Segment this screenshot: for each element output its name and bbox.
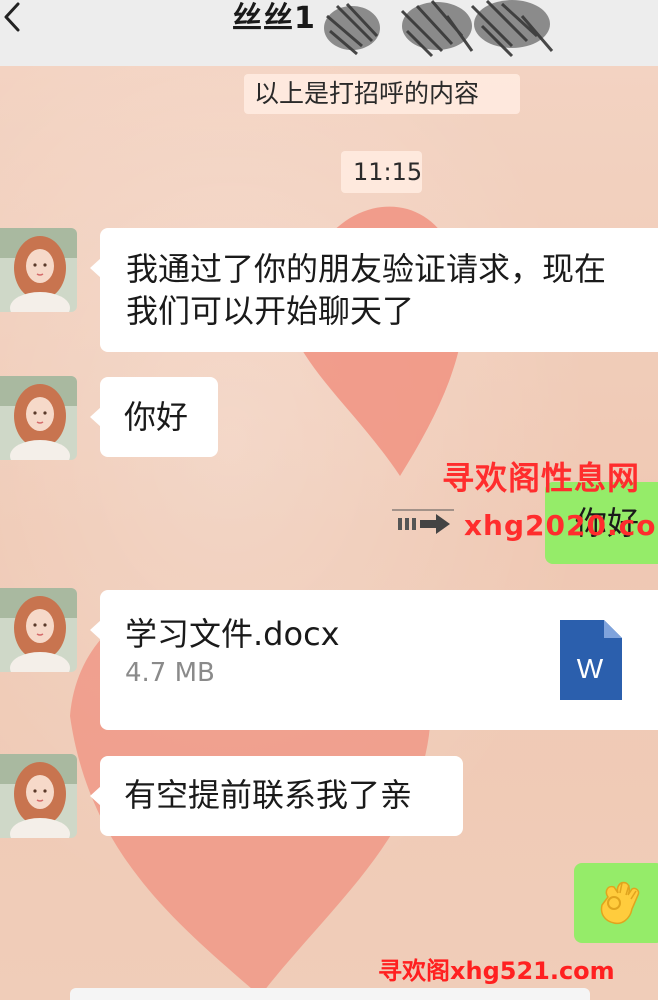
chat-screen: 丝丝1 以上是打招呼的内容 11:15 我通过了你的朋友验证请求，现在 我们可以… <box>0 0 658 1000</box>
avatar-image <box>0 588 77 672</box>
avatar-image <box>0 228 77 312</box>
file-name: 学习文件.docx <box>125 615 340 653</box>
file-message[interactable]: 学习文件.docx 4.7 MB W <box>90 590 658 730</box>
chevron-left-icon <box>4 2 20 32</box>
message-text-line1: 我通过了你的朋友验证请求，现在 <box>126 250 607 288</box>
incoming-message[interactable]: 你好 <box>90 377 218 457</box>
watermark-arrow-icon <box>392 509 454 534</box>
chat-title[interactable]: 丝丝1 <box>232 0 316 38</box>
contact-avatar[interactable] <box>0 376 77 460</box>
outgoing-emoji-message[interactable] <box>574 863 658 943</box>
back-button[interactable] <box>0 0 40 40</box>
incoming-message[interactable]: 我通过了你的朋友验证请求，现在 我们可以开始聊天了 <box>90 228 658 352</box>
greeting-notice: 以上是打招呼的内容 <box>244 74 520 114</box>
redaction-scribble <box>324 0 554 58</box>
incoming-message[interactable]: 有空提前联系我了亲 <box>90 756 463 836</box>
word-document-icon: W <box>560 620 622 700</box>
message-text-line2: 我们可以开始聊天了 <box>126 292 415 330</box>
file-size: 4.7 MB <box>125 658 215 688</box>
message-timestamp: 11:15 <box>341 151 422 193</box>
avatar-image <box>0 376 77 460</box>
message-text: 有空提前联系我了亲 <box>124 776 413 814</box>
site-watermark: 寻欢阁性息网 xhg2020.com <box>392 454 658 554</box>
watermark-site-url: xhg2020.com <box>464 509 658 542</box>
contact-avatar[interactable] <box>0 754 77 838</box>
chat-header: 丝丝1 <box>0 0 658 66</box>
contact-avatar[interactable] <box>0 588 77 672</box>
word-icon-letter: W <box>577 653 604 684</box>
message-text: 你好 <box>124 398 189 436</box>
contact-avatar[interactable] <box>0 228 77 312</box>
footer-watermark: 寻欢阁xhg521.com <box>378 957 615 985</box>
watermark-site-name: 寻欢阁性息网 <box>442 459 641 497</box>
ok-hand-icon <box>600 881 640 925</box>
avatar-image <box>0 754 77 838</box>
input-bar-edge <box>70 988 590 1000</box>
